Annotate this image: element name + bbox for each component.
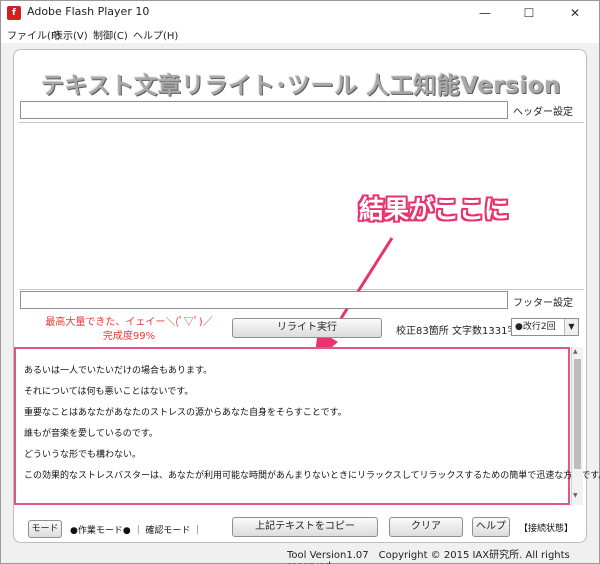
scroll-thumb[interactable] bbox=[574, 359, 581, 469]
correction-count: 校正83箇所 bbox=[396, 326, 449, 337]
version-copyright: Tool Version1.07 Copyright © 2015 IAX研究所… bbox=[287, 550, 570, 564]
scroll-down-icon[interactable]: ▼ bbox=[573, 492, 578, 499]
status-message: 最高大量できた、イェイー＼(ﾟ▽ﾟ)／ 完成度99% bbox=[24, 316, 234, 344]
menu-view[interactable]: 表示(V) bbox=[53, 27, 88, 42]
callout-label: 結果がここに bbox=[359, 195, 510, 224]
line-break-select-value: ●改行2回 bbox=[515, 322, 556, 332]
title-bar[interactable]: f Adobe Flash Player 10 — ☐ ✕ bbox=[1, 1, 599, 25]
clear-button[interactable]: クリア bbox=[389, 517, 463, 537]
output-scrollbar[interactable]: ▲ ▼ bbox=[571, 347, 583, 505]
output-text-area[interactable]: あるいは一人でいたいだけの場合もあります。 それについては何も悪いことはないです… bbox=[14, 347, 600, 505]
flash-player-icon: f bbox=[7, 6, 21, 20]
footer-input[interactable] bbox=[20, 291, 508, 309]
output-line: それについては何も悪いことはないです。 bbox=[24, 387, 194, 397]
output-line: この効果的なストレスバスターは、あなたが利用可能な時間があんまりないときにリラッ… bbox=[24, 471, 600, 481]
char-count: 文字数1331字 bbox=[452, 326, 518, 337]
chevron-down-icon[interactable]: ▼ bbox=[564, 319, 578, 335]
status-message-line1: 最高大量できた、イェイー＼(ﾟ▽ﾟ)／ bbox=[45, 317, 213, 328]
output-line: あるいは一人でいたいだけの場合もあります。 bbox=[24, 366, 213, 376]
output-line: 重要なことはあなたがあなたのストレスの源からあなた自身をそらすことです。 bbox=[24, 408, 347, 418]
footer-label: フッター設定 bbox=[513, 298, 573, 309]
header-label: ヘッダー設定 bbox=[513, 107, 573, 118]
connection-status: 【接続状態】 bbox=[519, 524, 574, 534]
menu-help[interactable]: ヘルプ(H) bbox=[133, 27, 178, 42]
rewrite-button[interactable]: リライト実行 bbox=[232, 318, 382, 338]
minimize-button[interactable]: — bbox=[463, 1, 507, 25]
line-break-select[interactable]: ●改行2回 ▼ bbox=[511, 318, 579, 336]
mode-status: ●作業モード● ｜ 確認モード ｜ bbox=[70, 526, 203, 536]
output-line: どういうな形でも構わない。 bbox=[24, 450, 142, 460]
window-title: Adobe Flash Player 10 bbox=[27, 5, 150, 18]
help-button[interactable]: ヘルプ bbox=[472, 517, 510, 537]
close-button[interactable]: ✕ bbox=[553, 1, 597, 25]
mode-button[interactable]: モード bbox=[28, 520, 62, 538]
maximize-button[interactable]: ☐ bbox=[507, 1, 551, 25]
output-line: 誰もが音楽を愛しているのです。 bbox=[24, 429, 158, 439]
header-input[interactable] bbox=[20, 101, 508, 119]
scroll-up-icon[interactable]: ▲ bbox=[573, 348, 578, 355]
app-title: テキスト文章リライト･ツール 人工知能Version bbox=[40, 73, 562, 99]
main-panel: テキスト文章リライト･ツール 人工知能Version ヘッダー設定 結果がここに… bbox=[13, 49, 600, 543]
app-window: f Adobe Flash Player 10 — ☐ ✕ ファイル(F) 表示… bbox=[0, 0, 600, 564]
menu-control[interactable]: 制御(C) bbox=[93, 27, 128, 42]
status-message-line2: 完成度99% bbox=[102, 331, 156, 342]
copy-text-button[interactable]: 上記テキストをコピー bbox=[232, 517, 378, 537]
menu-bar: ファイル(F) 表示(V) 制御(C) ヘルプ(H) bbox=[1, 25, 599, 43]
